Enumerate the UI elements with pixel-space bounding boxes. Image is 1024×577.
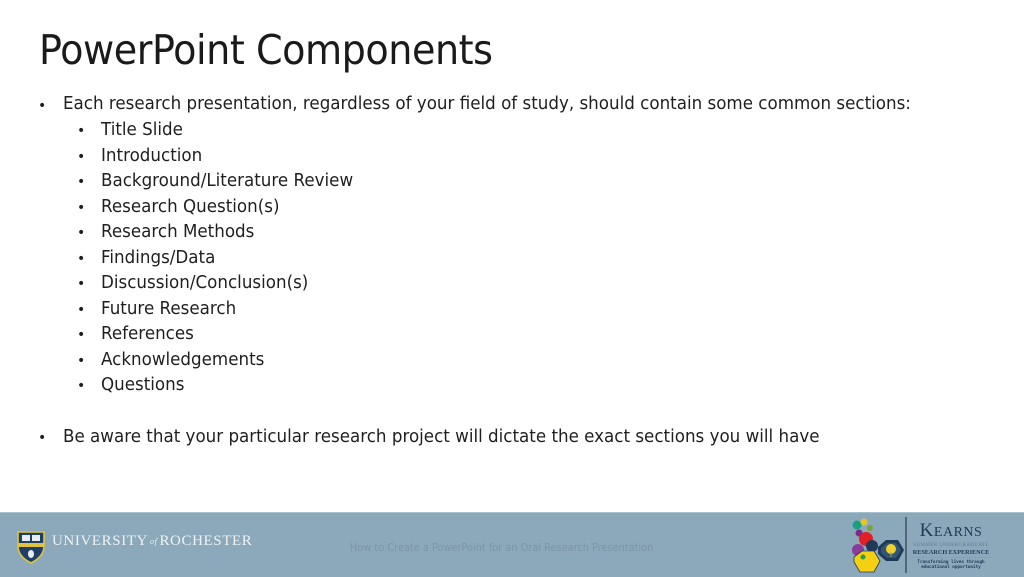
bullet-marker: • [77, 251, 86, 267]
sub-bullet-item: Background/Literature Review [101, 171, 354, 191]
university-name-part2: ROCHESTER [159, 533, 253, 549]
bullet-marker: • [77, 149, 86, 165]
kearns-subtitle-1: SUMMER UNDERGRADUATE [913, 542, 989, 548]
bullet-marker: • [77, 174, 86, 190]
kearns-tagline-2: educational opportunity [921, 565, 981, 570]
sub-bullet-item: Questions [101, 375, 185, 395]
footer-bar: UNIVERSITY of ROCHESTER How to Create a Po… [0, 512, 1024, 577]
university-name-part1: UNIVERSITY [52, 533, 148, 549]
university-shield-icon [17, 531, 45, 564]
sub-bullet-item: Discussion/Conclusion(s) [101, 273, 309, 293]
kearns-logo-icon [852, 518, 904, 573]
bullet-marker: • [77, 200, 86, 216]
university-name-of: of [150, 537, 158, 547]
bullet-marker: • [77, 353, 86, 369]
bullet-marker: • [77, 327, 86, 343]
sub-bullet-item: Future Research [101, 299, 237, 319]
bullet-marker: • [77, 302, 86, 318]
sub-bullet-item: Research Methods [101, 222, 255, 242]
sub-bullet-item: Acknowledgements [101, 350, 265, 370]
kearns-title: KEARNS [909, 521, 993, 542]
kearns-divider [905, 517, 907, 573]
bullet-marker: • [77, 378, 86, 394]
bullet-item: Each research presentation, regardless o… [63, 94, 911, 114]
kearns-title-initial: K [919, 520, 934, 541]
bullet-marker: • [77, 123, 86, 139]
sub-bullet-item: Research Question(s) [101, 197, 280, 217]
bullet-marker: • [77, 225, 86, 241]
footer-presentation-title: How to Create a PowerPoint for an Oral R… [350, 542, 654, 554]
sub-bullet-item: Findings/Data [101, 248, 216, 268]
sub-bullet-item: Title Slide [101, 120, 183, 140]
kearns-wordmark: KEARNS SUMMER UNDERGRADUATE RESEARCH EXP… [909, 521, 993, 570]
kearns-title-rest: EARNS [933, 525, 983, 540]
university-wordmark: UNIVERSITY of ROCHESTER [52, 533, 252, 550]
slide-title: PowerPoint Components [39, 26, 493, 74]
sub-bullet-item: References [101, 324, 194, 344]
sub-bullet-item: Introduction [101, 146, 203, 166]
bullet-marker: • [38, 430, 47, 446]
bullet-item: Be aware that your particular research p… [63, 427, 820, 447]
bullet-marker: • [38, 98, 47, 114]
kearns-subtitle-2: RESEARCH EXPERIENCE [909, 549, 993, 558]
bullet-marker: • [77, 276, 86, 292]
